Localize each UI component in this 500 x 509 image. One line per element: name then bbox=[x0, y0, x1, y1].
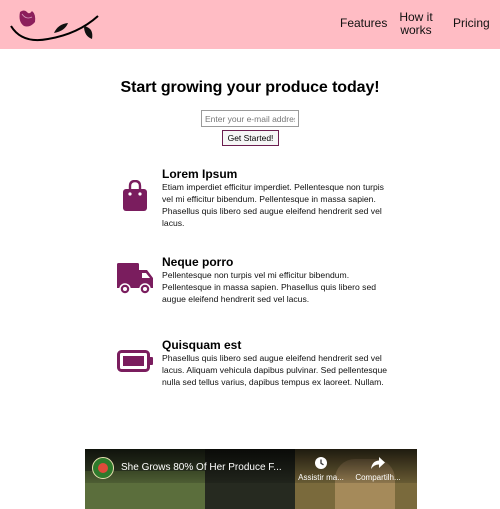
feature-title: Lorem Ipsum bbox=[162, 167, 238, 181]
site-header: Features How it works Pricing bbox=[0, 0, 500, 49]
clock-icon bbox=[315, 457, 327, 469]
feature-description: Phasellus quis libero sed augue eleifend… bbox=[162, 353, 388, 387]
get-started-button[interactable]: Get Started! bbox=[222, 130, 279, 146]
feature-title: Quisquam est bbox=[162, 338, 242, 352]
hero-title: Start growing your produce today! bbox=[120, 79, 380, 96]
feature-description: Etiam imperdiet efficitur imperdiet. Pel… bbox=[162, 182, 384, 228]
truck-icon bbox=[117, 263, 153, 295]
video-title[interactable]: She Grows 80% Of Her Produce F... bbox=[121, 462, 293, 473]
watch-later-button[interactable]: Assistir ma... bbox=[296, 456, 346, 482]
nav-features[interactable]: Features bbox=[340, 17, 387, 30]
nav-pricing[interactable]: Pricing bbox=[453, 17, 490, 30]
share-label: Compartilh... bbox=[355, 473, 401, 482]
rose-vine-logo[interactable] bbox=[8, 6, 100, 44]
channel-avatar[interactable] bbox=[92, 457, 114, 479]
share-button[interactable]: Compartilh... bbox=[353, 456, 403, 482]
feature-description: Pellentesque non turpis vel mi efficitur… bbox=[162, 270, 377, 304]
nav-how-it-works[interactable]: How it works bbox=[399, 11, 433, 37]
shopping-bag-icon bbox=[123, 180, 147, 211]
video-embed[interactable]: She Grows 80% Of Her Produce F... Assist… bbox=[85, 449, 417, 509]
email-input[interactable] bbox=[201, 110, 299, 127]
feature-title: Neque porro bbox=[162, 255, 234, 269]
share-arrow-icon bbox=[371, 457, 385, 469]
watch-later-label: Assistir ma... bbox=[298, 473, 344, 482]
battery-icon bbox=[117, 350, 153, 372]
